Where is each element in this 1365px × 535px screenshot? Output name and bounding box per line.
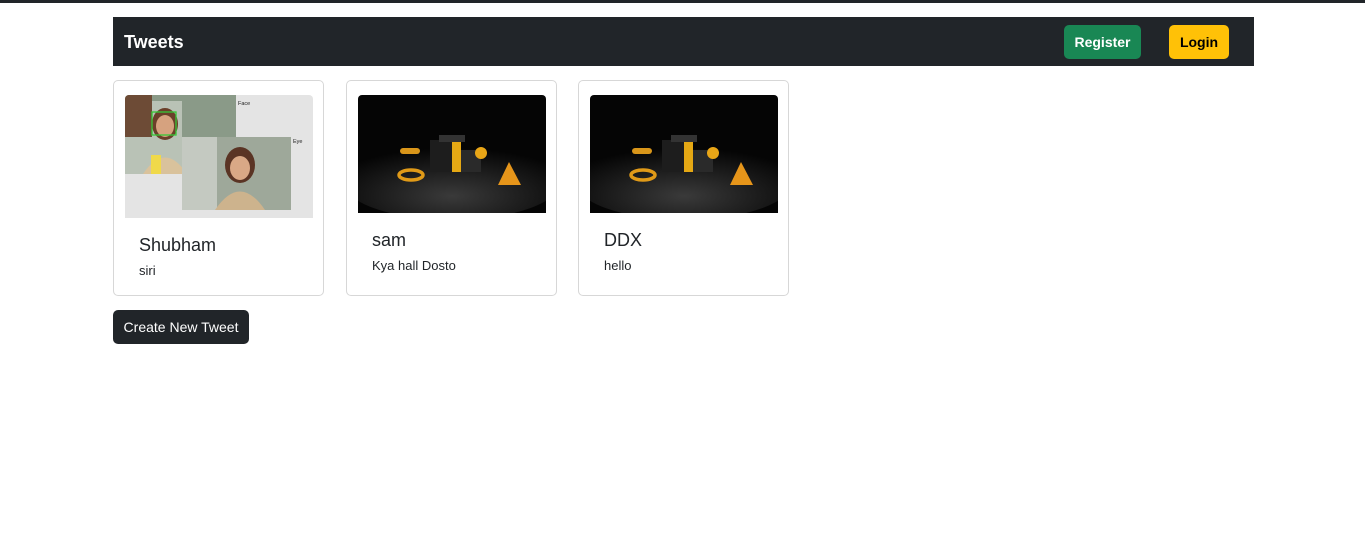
- face-label: Face: [238, 101, 250, 107]
- navbar: Tweets Register Login: [113, 17, 1254, 66]
- tweet-text: hello: [604, 258, 632, 273]
- tweet-text: siri: [139, 263, 156, 278]
- tweet-title: Shubham: [139, 235, 217, 255]
- tweet-text: Kya hall Dosto: [372, 258, 456, 273]
- tweet-image: [358, 95, 546, 213]
- tweet-card: sam Kya hall Dosto: [346, 80, 557, 296]
- top-rule: [0, 0, 1365, 3]
- tweet-title: sam: [372, 230, 407, 250]
- tweet-title: DDX: [604, 230, 643, 250]
- brand-link[interactable]: Tweets: [124, 32, 184, 52]
- login-button[interactable]: Login: [1169, 25, 1229, 59]
- tweet-image: [590, 95, 778, 213]
- tweet-image: Face Eye: [125, 95, 313, 218]
- create-new-tweet-button[interactable]: Create New Tweet: [113, 310, 249, 344]
- tweet-card: Face Eye Shubham siri: [113, 80, 324, 296]
- eye-label: Eye: [293, 139, 302, 145]
- register-button[interactable]: Register: [1064, 25, 1141, 59]
- tweet-card: DDX hello: [578, 80, 789, 296]
